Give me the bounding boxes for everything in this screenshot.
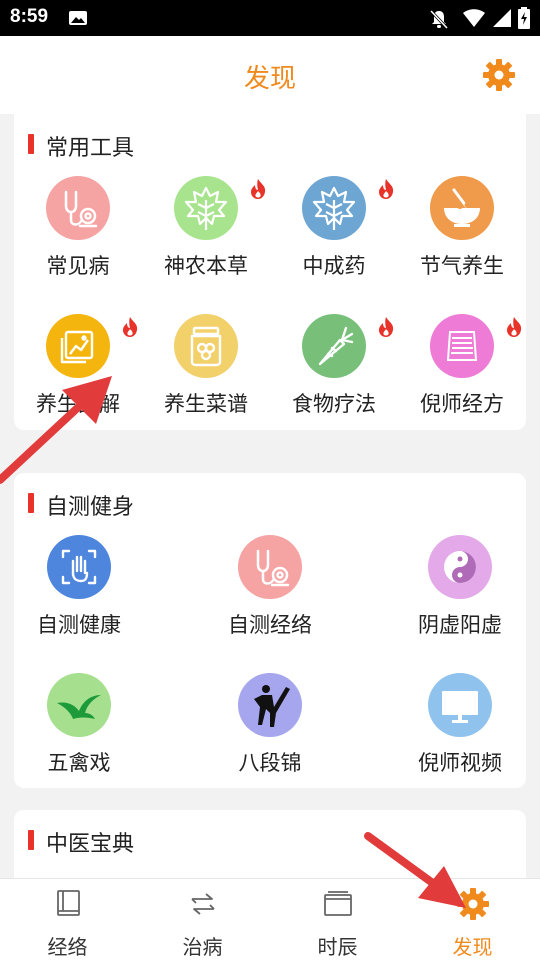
- hand-scan-icon: [47, 535, 111, 599]
- tab-label: 治病: [182, 935, 223, 959]
- section-title-bar: [28, 493, 34, 513]
- section-title-text: 中医宝典: [46, 832, 135, 857]
- tool-master-ni-prescriptions[interactable]: 倪师经方: [398, 314, 526, 430]
- section-self-test-fitness: 自测健身 自测健康 自测经络 阴虚阳虚 五禽戏 八段锦 倪师视频: [14, 473, 526, 788]
- tab-hours[interactable]: 时辰: [270, 879, 405, 961]
- section-title-text: 常用工具: [46, 136, 135, 161]
- tool-label: 倪师视频: [418, 751, 502, 775]
- picture-icon: [46, 314, 110, 378]
- wifi-icon: [463, 9, 485, 27]
- book-icon: [56, 890, 80, 916]
- tool-baduanjin[interactable]: 八段锦: [206, 673, 334, 788]
- gear-icon: [456, 888, 489, 920]
- jar-icon: [174, 314, 238, 378]
- app-header: 发现: [0, 36, 540, 114]
- signal-icon: [493, 9, 511, 27]
- yin-yang-icon: [428, 535, 492, 599]
- tool-label: 八段锦: [238, 751, 302, 775]
- martial-arts-icon: [238, 673, 302, 737]
- tool-five-animal-exercises[interactable]: 五禽戏: [15, 673, 143, 788]
- tool-label: 养生图解: [36, 392, 120, 416]
- hot-flame-icon: [379, 179, 394, 199]
- hot-flame-icon: [123, 317, 138, 337]
- section-title-bar: [28, 134, 34, 154]
- page-title: 发现: [243, 64, 296, 94]
- settings-gear-icon[interactable]: [482, 58, 516, 92]
- tool-common-diseases[interactable]: 常见病: [14, 176, 142, 296]
- battery-icon: [518, 7, 530, 29]
- tool-master-ni-videos[interactable]: 倪师视频: [396, 673, 524, 788]
- monitor-icon: [428, 673, 492, 737]
- tab-discover[interactable]: 发现: [405, 879, 540, 961]
- notifications-off-icon: [429, 9, 449, 30]
- tool-label: 神农本草: [164, 254, 248, 278]
- tool-label: 五禽戏: [47, 751, 111, 775]
- tool-label: 自测经络: [228, 613, 312, 637]
- tool-label: 食物疗法: [292, 392, 376, 416]
- tool-health-recipes[interactable]: 养生菜谱: [142, 314, 270, 430]
- tool-solar-term-health[interactable]: 节气养生: [398, 176, 526, 296]
- hot-flame-icon: [379, 317, 394, 337]
- status-time: 8:59: [10, 6, 49, 27]
- exchange-icon: [190, 893, 215, 915]
- maple-leaf-icon: [302, 176, 366, 240]
- hot-flame-icon: [507, 317, 522, 337]
- bottom-tab-bar: 经络 治病 时辰 发现: [0, 878, 540, 961]
- tool-label: 倪师经方: [420, 392, 504, 416]
- tool-label: 节气养生: [420, 254, 504, 278]
- tool-patent-medicine[interactable]: 中成药: [270, 176, 398, 296]
- image-notification-icon: [69, 11, 87, 25]
- tool-label: 常见病: [46, 254, 110, 278]
- tool-self-test-health[interactable]: 自测健康: [15, 535, 143, 655]
- tool-health-illustrated[interactable]: 养生图解: [14, 314, 142, 430]
- tab-meridians[interactable]: 经络: [0, 879, 135, 961]
- section-title-bar: [28, 830, 34, 850]
- tool-food-therapy[interactable]: 食物疗法: [270, 314, 398, 430]
- tool-label: 中成药: [302, 254, 366, 278]
- stethoscope-icon: [46, 176, 110, 240]
- section-common-tools: 常用工具 常见病 神农本草 中成药 节气养生 养生图解 养生菜谱 食物疗法 倪师…: [14, 114, 526, 430]
- tool-label: 阴虚阳虚: [418, 613, 502, 637]
- hot-flame-icon: [251, 179, 266, 199]
- tab-label: 发现: [452, 935, 493, 959]
- tab-label: 经络: [47, 935, 88, 959]
- tool-yin-yang-deficiency[interactable]: 阴虚阳虚: [396, 535, 524, 655]
- tool-label: 养生菜谱: [164, 392, 248, 416]
- calendar-icon: [323, 891, 352, 916]
- tool-label: 自测健康: [37, 613, 121, 637]
- stethoscope-icon: [238, 535, 302, 599]
- status-bar: 8:59: [0, 0, 540, 36]
- tab-treatment[interactable]: 治病: [135, 879, 270, 961]
- leaf-icon: [174, 176, 238, 240]
- soup-bowl-icon: [430, 176, 494, 240]
- document-stack-icon: [430, 314, 494, 378]
- tool-shennong-herbs[interactable]: 神农本草: [142, 176, 270, 296]
- section-title-text: 自测健身: [46, 495, 135, 520]
- bird-icon: [47, 673, 111, 737]
- tool-self-test-meridians[interactable]: 自测经络: [206, 535, 334, 655]
- tab-label: 时辰: [317, 935, 358, 959]
- carrot-icon: [302, 314, 366, 378]
